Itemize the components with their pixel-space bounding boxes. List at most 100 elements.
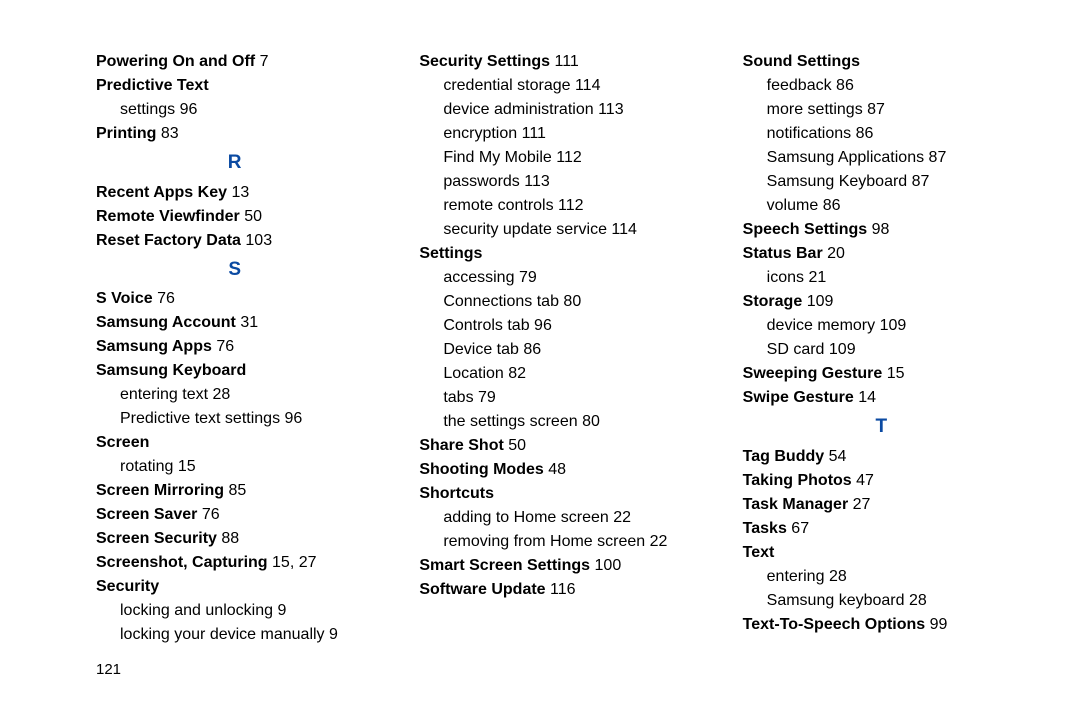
entry-storage: Storage 109: [743, 290, 1020, 314]
entry-text: Text: [743, 541, 1020, 565]
entry-page: 79: [478, 389, 496, 406]
entry-task-manager: Task Manager 27: [743, 493, 1020, 517]
entry-page: 47: [856, 472, 874, 489]
entry-label: Connections tab: [443, 293, 559, 310]
entry-page: 103: [245, 232, 272, 249]
entry-label: Taking Photos: [743, 472, 852, 489]
entry-shooting-modes: Shooting Modes 48: [419, 458, 696, 482]
entry-label: accessing: [443, 269, 514, 286]
entry-label: rotating: [120, 458, 173, 475]
entry-label: Security Settings: [419, 53, 550, 70]
entry-page: 79: [519, 269, 537, 286]
entry-page: 111: [554, 53, 578, 70]
entry-label: Samsung keyboard: [767, 592, 905, 609]
entry-label: Settings: [419, 245, 482, 262]
entry-page: 114: [611, 221, 637, 238]
sub-sk-predictive: Predictive text settings 96: [120, 407, 373, 431]
sub-st-device-tab: Device tab 86: [443, 338, 696, 362]
entry-label: Screen Saver: [96, 506, 197, 523]
sub-txt-entering: entering 28: [767, 565, 1020, 589]
entry-label: Samsung Account: [96, 314, 236, 331]
entry-page: 112: [558, 197, 584, 214]
sub-ss-find-my-mobile: Find My Mobile 112: [443, 146, 696, 170]
entry-label: device administration: [443, 101, 593, 118]
entry-page: 48: [548, 461, 566, 478]
entry-label: Predictive text settings: [120, 410, 280, 427]
entry-label: feedback: [767, 77, 832, 94]
entry-samsung-apps: Samsung Apps 76: [96, 335, 373, 359]
entry-label: removing from Home screen: [443, 533, 645, 550]
entry-page: 54: [829, 448, 847, 465]
entry-page: 15: [178, 458, 196, 475]
entry-page: 82: [508, 365, 526, 382]
entry-label: locking and unlocking: [120, 602, 273, 619]
entry-label: Software Update: [419, 581, 545, 598]
sub-ss-remote-controls: remote controls 112: [443, 194, 696, 218]
entry-page: 50: [244, 208, 262, 225]
entry-label: Sound Settings: [743, 53, 860, 70]
entry-page: 87: [867, 101, 885, 118]
entry-page: 96: [180, 101, 198, 118]
entry-page: 27: [853, 496, 871, 513]
entry-label: entering: [767, 568, 825, 585]
entry-label: Samsung Apps: [96, 338, 212, 355]
entry-page: 20: [827, 245, 845, 262]
entry-swipe-gesture: Swipe Gesture 14: [743, 386, 1020, 410]
entry-samsung-keyboard: Samsung Keyboard: [96, 359, 373, 383]
entry-label: Screen Security: [96, 530, 217, 547]
entry-label: encryption: [443, 125, 517, 142]
index-column-2: Security Settings 111 credential storage…: [419, 50, 696, 682]
entry-label: Find My Mobile: [443, 149, 551, 166]
entry-label: Tag Buddy: [743, 448, 824, 465]
sub-sh-adding: adding to Home screen 22: [443, 506, 696, 530]
entry-page: 80: [563, 293, 581, 310]
entry-page: 76: [202, 506, 220, 523]
sub-ss-encryption: encryption 111: [443, 122, 696, 146]
entry-page: 86: [523, 341, 541, 358]
entry-security: Security: [96, 575, 373, 599]
sub-ss-device-administration: device administration 113: [443, 98, 696, 122]
entry-page: 76: [157, 290, 175, 307]
entry-security-settings: Security Settings 111: [419, 50, 696, 74]
sub-st-controls-tab: Controls tab 96: [443, 314, 696, 338]
sub-snd-feedback: feedback 86: [767, 74, 1020, 98]
entry-page: 98: [872, 221, 890, 238]
entry-reset-factory-data: Reset Factory Data 103: [96, 229, 373, 253]
entry-powering-on-off: Powering On and Off 7: [96, 50, 373, 74]
entry-page: 100: [595, 557, 622, 574]
entry-label: Recent Apps Key: [96, 184, 227, 201]
entry-shortcuts: Shortcuts: [419, 482, 696, 506]
sub-st-tabs: tabs 79: [443, 386, 696, 410]
entry-recent-apps-key: Recent Apps Key 13: [96, 181, 373, 205]
entry-page: 112: [556, 149, 582, 166]
entry-sweeping-gesture: Sweeping Gesture 15: [743, 362, 1020, 386]
entry-page: 87: [912, 173, 930, 190]
entry-page: 28: [909, 592, 927, 609]
entry-page: 22: [650, 533, 668, 550]
entry-label: Powering On and Off: [96, 53, 255, 70]
entry-page: 116: [550, 581, 576, 598]
entry-label: Remote Viewfinder: [96, 208, 240, 225]
sub-pt-settings: settings 96: [120, 98, 373, 122]
sub-stg-device-memory: device memory 109: [767, 314, 1020, 338]
entry-page: 109: [880, 317, 907, 334]
sub-snd-samsung-keyboard: Samsung Keyboard 87: [767, 170, 1020, 194]
entry-label: settings: [120, 101, 175, 118]
sub-sh-removing: removing from Home screen 22: [443, 530, 696, 554]
entry-page: 9: [277, 602, 286, 619]
entry-label: Location: [443, 365, 504, 382]
entry-label: Speech Settings: [743, 221, 867, 238]
entry-page: 114: [575, 77, 601, 94]
entry-label: entering text: [120, 386, 208, 403]
entry-label: locking your device manually: [120, 626, 325, 643]
entry-label: Shooting Modes: [419, 461, 543, 478]
entry-page: 109: [829, 341, 856, 358]
entry-label: Smart Screen Settings: [419, 557, 590, 574]
sub-st-location: Location 82: [443, 362, 696, 386]
entry-page: 50: [508, 437, 526, 454]
sub-ss-passwords: passwords 113: [443, 170, 696, 194]
entry-label: Swipe Gesture: [743, 389, 854, 406]
entry-label: tabs: [443, 389, 473, 406]
entry-text-to-speech: Text-To-Speech Options 99: [743, 613, 1020, 637]
entry-page: 96: [534, 317, 552, 334]
